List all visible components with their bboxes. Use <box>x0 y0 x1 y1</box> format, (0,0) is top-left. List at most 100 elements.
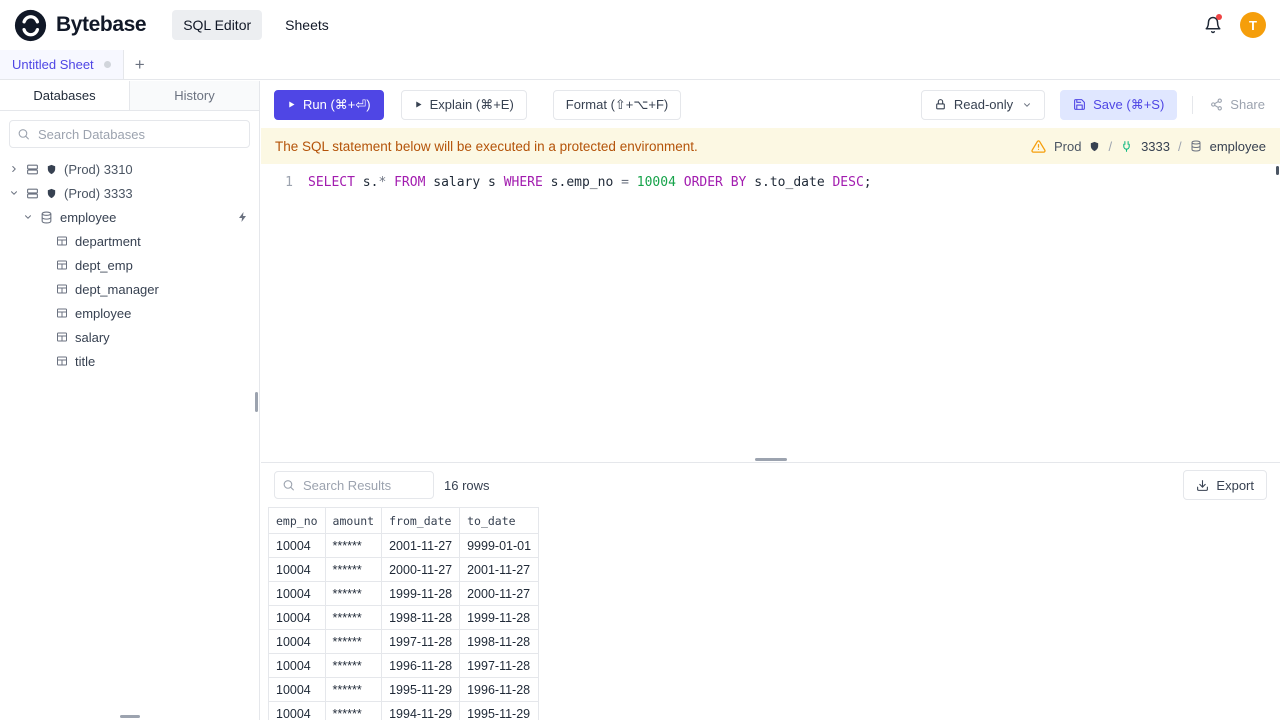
toolbar-divider <box>1192 95 1194 114</box>
table-row: 10004 ****** 1997-11-28 1998-11-28 <box>268 629 540 654</box>
instance-name[interactable]: 3333 <box>1141 139 1170 154</box>
tree-table-department[interactable]: department <box>0 229 259 253</box>
result-cell[interactable]: ****** <box>324 557 383 582</box>
result-cell[interactable]: 1996-11-28 <box>459 677 540 702</box>
topbar-right: T <box>1204 12 1266 38</box>
result-cell[interactable]: ****** <box>324 701 383 720</box>
result-cell[interactable]: 10004 <box>268 533 326 558</box>
avatar[interactable]: T <box>1240 12 1266 38</box>
play-icon <box>287 99 296 110</box>
column-header[interactable]: from_date <box>381 507 461 534</box>
share-button[interactable]: Share <box>1208 90 1267 120</box>
editor-toolbar: Run (⌘+⏎) Explain (⌘+E) Format (⇧+⌥+F) R… <box>261 81 1280 128</box>
row-count: 16 rows <box>444 477 490 493</box>
line-number: 1 <box>285 175 293 190</box>
search-icon <box>17 128 30 141</box>
sidebar-resize-handle[interactable] <box>255 392 258 412</box>
notification-bell-icon[interactable] <box>1204 14 1222 34</box>
result-cell[interactable]: 1996-11-28 <box>381 653 461 678</box>
explain-button[interactable]: Explain (⌘+E) <box>400 89 527 120</box>
chevron-right-icon[interactable] <box>9 164 19 174</box>
tab-databases[interactable]: Databases <box>0 81 130 110</box>
nav-sql-editor[interactable]: SQL Editor <box>172 10 263 40</box>
tree-database-employee[interactable]: employee <box>0 205 259 229</box>
result-cell[interactable]: 10004 <box>268 581 326 606</box>
shield-icon <box>1089 141 1100 152</box>
result-cell[interactable]: 9999-01-01 <box>459 533 540 558</box>
sidebar-bottom-resize-handle[interactable] <box>119 715 140 718</box>
sheet-tab-untitled[interactable]: Untitled Sheet <box>0 50 124 79</box>
panel-resize-handle[interactable] <box>754 458 787 461</box>
table-row: 10004 ****** 2001-11-27 9999-01-01 <box>268 533 540 558</box>
tab-history[interactable]: History <box>130 81 259 110</box>
result-cell[interactable]: 2000-11-27 <box>459 581 540 606</box>
column-header[interactable]: amount <box>324 507 383 534</box>
result-cell[interactable]: ****** <box>324 629 383 654</box>
sql-code-line[interactable]: SELECT s.* FROM salary s WHERE s.emp_no … <box>305 173 872 462</box>
tree-table-employee[interactable]: employee <box>0 301 259 325</box>
search-results-input[interactable] <box>274 471 434 499</box>
result-cell[interactable]: ****** <box>324 581 383 606</box>
result-cell[interactable]: 2001-11-27 <box>459 557 540 582</box>
nav-sheets[interactable]: Sheets <box>274 10 340 40</box>
result-cell[interactable]: 1995-11-29 <box>381 677 461 702</box>
environment-shield-icon <box>46 188 57 199</box>
result-cell[interactable]: 1994-11-29 <box>381 701 461 720</box>
environment-label: Prod <box>1053 138 1082 154</box>
chevron-down-icon <box>1022 100 1032 110</box>
sql-token: s. <box>354 175 379 190</box>
tree-instance-3333[interactable]: (Prod) 3333 <box>0 181 259 205</box>
result-cell[interactable]: 10004 <box>268 677 326 702</box>
result-cell[interactable]: 1999-11-28 <box>459 605 540 630</box>
result-cell[interactable]: 1998-11-28 <box>381 605 461 630</box>
tree-table-title[interactable]: title <box>0 349 259 373</box>
result-cell[interactable]: 1997-11-28 <box>381 629 461 654</box>
result-cell[interactable]: 2001-11-27 <box>381 533 461 558</box>
chevron-down-icon[interactable] <box>23 212 33 222</box>
result-cell[interactable]: 10004 <box>268 605 326 630</box>
result-cell[interactable]: 1995-11-29 <box>459 701 540 720</box>
panel-divider <box>261 458 1280 463</box>
tree-table-dept-emp[interactable]: dept_emp <box>0 253 259 277</box>
column-header[interactable]: to_date <box>459 507 540 534</box>
result-cell[interactable]: 10004 <box>268 701 326 720</box>
result-cell[interactable]: 1998-11-28 <box>459 629 540 654</box>
tree-table-dept-manager[interactable]: dept_manager <box>0 277 259 301</box>
table-row: 10004 ****** 1994-11-29 1995-11-29 <box>268 701 540 720</box>
editor-scrollbar[interactable] <box>1276 166 1279 175</box>
result-cell[interactable]: 10004 <box>268 557 326 582</box>
notice-message: The SQL statement below will be executed… <box>275 138 698 154</box>
instance-engine-icon <box>26 163 39 176</box>
run-button[interactable]: Run (⌘+⏎) <box>274 89 384 120</box>
result-cell[interactable]: ****** <box>324 677 383 702</box>
tree-instance-3310[interactable]: (Prod) 3310 <box>0 157 259 181</box>
sql-token: salary s <box>425 175 504 190</box>
result-cell[interactable]: 10004 <box>268 653 326 678</box>
top-navigation: SQL Editor Sheets <box>172 10 340 40</box>
save-button[interactable]: Save (⌘+S) <box>1060 89 1178 120</box>
sql-token: SELECT <box>308 175 355 190</box>
format-button[interactable]: Format (⇧+⌥+F) <box>552 89 682 120</box>
chevron-down-icon[interactable] <box>9 188 19 198</box>
sql-token: FROM <box>394 175 426 190</box>
result-cell[interactable]: 10004 <box>268 629 326 654</box>
add-sheet-button[interactable]: + <box>124 50 156 79</box>
bytebase-logo[interactable]: Bytebase <box>14 9 147 42</box>
search-databases-input[interactable] <box>9 120 250 148</box>
result-cell[interactable]: ****** <box>324 605 383 630</box>
sql-editor[interactable]: 1 SELECT s.* FROM salary s WHERE s.emp_n… <box>261 164 1280 462</box>
readonly-mode-button[interactable]: Read-only <box>920 89 1046 120</box>
sheet-tab-bar: Untitled Sheet + <box>0 50 1280 80</box>
column-header[interactable]: emp_no <box>268 507 326 534</box>
result-cell[interactable]: 1999-11-28 <box>381 581 461 606</box>
result-cell[interactable]: ****** <box>324 653 383 678</box>
database-icon <box>40 211 53 224</box>
result-cell[interactable]: 1997-11-28 <box>459 653 540 678</box>
database-name[interactable]: employee <box>1210 139 1266 154</box>
result-cell[interactable]: ****** <box>324 533 383 558</box>
tree-table-salary[interactable]: salary <box>0 325 259 349</box>
export-button[interactable]: Export <box>1183 470 1267 500</box>
sql-token: ORDER BY <box>683 175 747 190</box>
result-cell[interactable]: 2000-11-27 <box>381 557 461 582</box>
